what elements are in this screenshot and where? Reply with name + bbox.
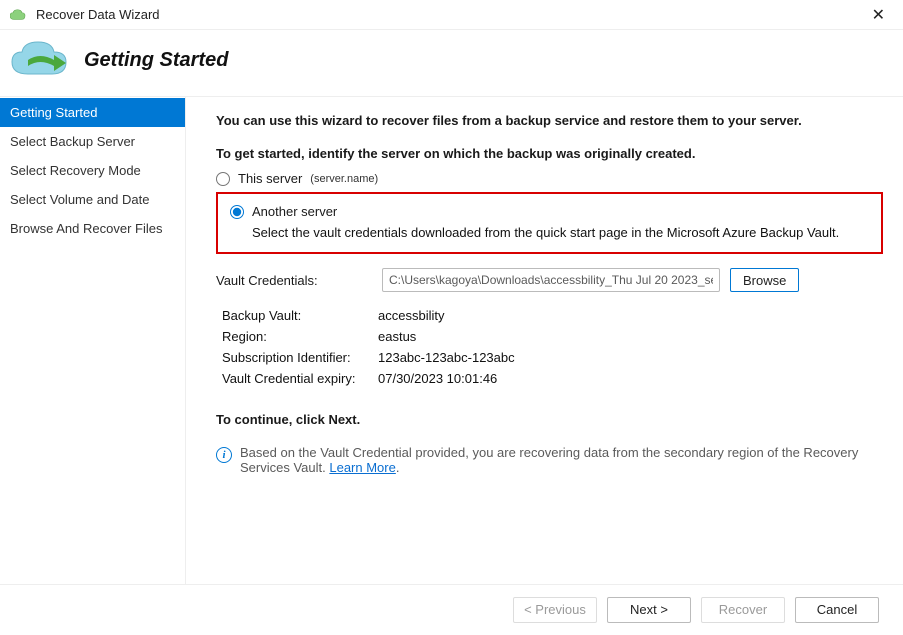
another-server-option[interactable]: Another server (230, 204, 869, 219)
backup-vault-row: Backup Vault: accessbility (222, 308, 883, 323)
sidebar-step-getting-started[interactable]: Getting Started (0, 98, 185, 127)
another-server-radio[interactable] (230, 205, 244, 219)
another-server-label: Another server (252, 204, 337, 219)
another-server-desc: Select the vault credentials downloaded … (252, 225, 869, 240)
this-server-radio[interactable] (216, 172, 230, 186)
footer: < Previous Next > Recover Cancel (0, 584, 903, 634)
page-header: Getting Started (0, 30, 903, 97)
backup-vault-label: Backup Vault: (222, 308, 378, 323)
sidebar-step-select-recovery-mode[interactable]: Select Recovery Mode (0, 156, 185, 185)
continue-text: To continue, click Next. (216, 412, 883, 427)
backup-vault-value: accessbility (378, 308, 444, 323)
page-title: Getting Started (84, 49, 228, 72)
expiry-row: Vault Credential expiry: 07/30/2023 10:0… (222, 371, 883, 386)
another-server-highlight: Another server Select the vault credenti… (216, 192, 883, 254)
vault-credentials-input[interactable] (382, 268, 720, 292)
close-icon[interactable]: ✕ (864, 1, 893, 29)
cancel-button[interactable]: Cancel (795, 597, 879, 623)
sidebar-step-browse-recover-files[interactable]: Browse And Recover Files (0, 214, 185, 243)
recover-button: Recover (701, 597, 785, 623)
sidebar: Getting Started Select Backup Server Sel… (0, 97, 186, 584)
sidebar-step-select-volume-date[interactable]: Select Volume and Date (0, 185, 185, 214)
intro-text: You can use this wizard to recover files… (216, 113, 883, 128)
browse-button[interactable]: Browse (730, 268, 799, 292)
title-bar: Recover Data Wizard ✕ (0, 0, 903, 30)
cloud-icon (10, 8, 28, 22)
vault-credentials-row: Vault Credentials: Browse (216, 268, 883, 292)
this-server-option[interactable]: This server (server.name) (216, 171, 883, 186)
sidebar-step-select-backup-server[interactable]: Select Backup Server (0, 127, 185, 156)
this-server-name: (server.name) (310, 173, 378, 185)
info-icon: i (216, 447, 232, 463)
vault-credentials-label: Vault Credentials: (216, 273, 372, 288)
subscription-value: 123abc-123abc-123abc (378, 350, 515, 365)
learn-more-link[interactable]: Learn More (329, 460, 395, 475)
info-text: Based on the Vault Credential provided, … (240, 445, 883, 475)
window-title: Recover Data Wizard (36, 7, 864, 22)
cloud-arrow-icon (10, 40, 74, 80)
identify-text: To get started, identify the server on w… (216, 146, 883, 161)
region-label: Region: (222, 329, 378, 344)
region-value: eastus (378, 329, 416, 344)
vault-details: Backup Vault: accessbility Region: eastu… (222, 308, 883, 386)
subscription-row: Subscription Identifier: 123abc-123abc-1… (222, 350, 883, 365)
subscription-label: Subscription Identifier: (222, 350, 378, 365)
expiry-value: 07/30/2023 10:01:46 (378, 371, 497, 386)
expiry-label: Vault Credential expiry: (222, 371, 378, 386)
content-panel: You can use this wizard to recover files… (186, 97, 903, 584)
body: Getting Started Select Backup Server Sel… (0, 97, 903, 584)
region-row: Region: eastus (222, 329, 883, 344)
info-block: i Based on the Vault Credential provided… (216, 445, 883, 475)
previous-button: < Previous (513, 597, 597, 623)
next-button[interactable]: Next > (607, 597, 691, 623)
this-server-label: This server (238, 171, 302, 186)
